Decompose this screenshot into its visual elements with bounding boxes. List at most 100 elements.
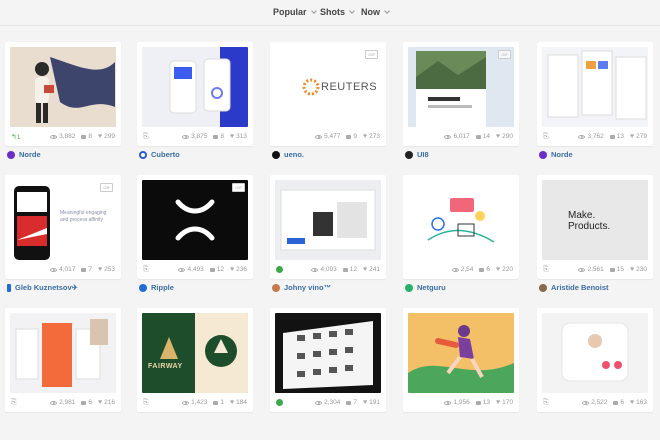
shot-thumbnail[interactable]: [275, 313, 381, 393]
shot-card-7[interactable]: GIF ⎘ 4,493 12 ♥ 236: [137, 175, 253, 279]
comments-stat: 7: [346, 399, 357, 406]
shot-card-5[interactable]: ⎘ 3,762 13 ♥ 279: [537, 42, 653, 146]
shot-thumbnail[interactable]: [10, 313, 116, 393]
attachment-icon: ⎘: [543, 399, 549, 406]
shot-card-2[interactable]: ⎘ 3,875 8 ♥ 313: [137, 42, 253, 146]
likes-stat[interactable]: ♥ 191: [363, 399, 380, 406]
comment-icon: [342, 267, 348, 272]
shot-thumbnail[interactable]: [10, 47, 116, 127]
comments-stat: 8: [81, 133, 92, 140]
shot-thumbnail[interactable]: GIF: [408, 47, 514, 127]
shot-card-15[interactable]: ⎘ 2,522 6 ♥ 163: [537, 308, 653, 412]
author-name: Norde: [551, 150, 573, 159]
views-stat: 4,017: [50, 266, 75, 273]
likes-stat[interactable]: ♥ 313: [230, 133, 247, 140]
likes-stat[interactable]: ♥ 290: [496, 133, 513, 140]
author-link[interactable]: Aristide Benoist: [539, 283, 609, 292]
likes-stat[interactable]: ♥ 170: [496, 399, 513, 406]
shot-card-3[interactable]: GIF REUTERS 5,477 9 ♥ 273: [270, 42, 386, 146]
shot-card-12[interactable]: FAIRWAY ⎘ 1,423 1 ♥ 184: [137, 308, 253, 412]
filter-popular[interactable]: Popular: [273, 7, 317, 17]
shot-thumbnail[interactable]: [542, 313, 648, 393]
filter-shots-label: Shots: [320, 7, 346, 17]
heart-icon: ♥: [495, 133, 501, 140]
likes-stat[interactable]: ♥ 216: [98, 399, 115, 406]
shot-thumbnail[interactable]: [408, 313, 514, 393]
likes-stat[interactable]: ♥ 220: [496, 266, 513, 273]
likes-stat[interactable]: ♥ 279: [630, 133, 647, 140]
likes-stat[interactable]: ♥ 253: [98, 266, 115, 273]
author-link[interactable]: UI8: [405, 150, 429, 159]
comment-icon: [81, 134, 87, 139]
author-link[interactable]: ueno.: [272, 150, 304, 159]
comments-stat: 7: [81, 266, 92, 273]
comment-icon: [213, 400, 219, 405]
likes-stat[interactable]: ♥ 230: [630, 266, 647, 273]
attachment-icon: ⎘: [143, 133, 149, 140]
author-link[interactable]: Gleb Kuznetsov✈: [7, 283, 78, 292]
shot-thumbnail[interactable]: [275, 180, 381, 260]
views-stat: 2,561: [578, 266, 604, 273]
eye-icon: [50, 267, 58, 272]
shot-card-13[interactable]: 2,304 7 ♥ 191: [270, 308, 386, 412]
illustration-image: [35, 57, 115, 123]
author-link[interactable]: Netguru: [405, 283, 446, 292]
rebound-count: ↰1: [11, 134, 21, 141]
author-name: Ripple: [151, 283, 174, 292]
shot-card-1[interactable]: ↰1 3,882 8 ♥ 299: [5, 42, 121, 146]
chevron-down-icon: [310, 8, 317, 14]
author-link[interactable]: Cuberto: [139, 150, 180, 159]
shot-thumbnail[interactable]: [408, 180, 514, 260]
comment-icon: [213, 134, 219, 139]
shot-card-4[interactable]: GIF 6,017 14 ♥ 290: [403, 42, 519, 146]
shot-card-11[interactable]: ⎘ 2,981 6 ♥ 216: [5, 308, 121, 412]
author-name: Netguru: [417, 283, 446, 292]
views-stat: 1,423: [182, 399, 207, 406]
author-name: UI8: [417, 150, 429, 159]
author-link[interactable]: Norde: [7, 150, 41, 159]
shot-card-10[interactable]: Make. Products. ⎘ 2,561 15 ♥ 230: [537, 175, 653, 279]
avatar: [405, 150, 413, 159]
fairway-logo-image: [160, 313, 248, 393]
shot-stats: 1,956 13 ♥ 170: [403, 397, 519, 409]
likes-stat[interactable]: ♥ 273: [363, 133, 380, 140]
likes-stat[interactable]: ♥ 299: [98, 133, 115, 140]
shot-card-9[interactable]: 2,54 6 ♥ 220: [403, 175, 519, 279]
likes-stat[interactable]: ♥ 163: [630, 399, 647, 406]
icon-set-image: [283, 321, 373, 389]
avatar: [139, 150, 147, 159]
comment-icon: [81, 400, 87, 405]
shot-thumbnail[interactable]: FAIRWAY: [142, 313, 248, 393]
shot-thumbnail[interactable]: [542, 47, 648, 127]
author-link[interactable]: Johny vino™: [272, 283, 331, 292]
author-link[interactable]: Norde: [539, 150, 573, 159]
likes-stat[interactable]: ♥ 184: [230, 399, 247, 406]
shot-thumbnail[interactable]: [142, 47, 248, 127]
author-link[interactable]: Ripple: [139, 283, 174, 292]
shot-stats: ⎘ 3,762 13 ♥ 279: [537, 131, 653, 143]
shot-card-6[interactable]: GIF Meaningful engaging and process affi…: [5, 175, 121, 279]
author-name: Cuberto: [151, 150, 180, 159]
mobile-screens-image: [15, 319, 108, 387]
eye-icon: [315, 400, 323, 405]
likes-stat[interactable]: ♥ 241: [363, 266, 380, 273]
shot-stats: 4,093 12 ♥ 241: [270, 264, 386, 276]
views-stat: 4,093: [311, 266, 337, 273]
shot-thumbnail[interactable]: Make. Products.: [542, 180, 648, 260]
avatar: [7, 283, 11, 292]
filter-shots[interactable]: Shots: [320, 7, 355, 17]
comments-stat: 14: [475, 133, 490, 140]
comments-stat: 9: [346, 133, 357, 140]
shot-thumbnail[interactable]: GIF REUTERS: [275, 47, 381, 127]
shot-thumbnail[interactable]: GIF Meaningful engaging and process affi…: [10, 180, 116, 260]
chevron-down-icon: [384, 8, 390, 14]
shot-card-8[interactable]: 4,093 12 ♥ 241: [270, 175, 386, 279]
shot-thumbnail[interactable]: GIF: [142, 180, 248, 260]
shot-card-14[interactable]: 1,956 13 ♥ 170: [403, 308, 519, 412]
eye-icon: [444, 134, 452, 139]
comments-stat: 12: [209, 266, 224, 273]
heart-icon: ♥: [495, 399, 501, 406]
shot-stats: ⎘ 2,981 6 ♥ 216: [5, 397, 121, 409]
filter-now[interactable]: Now: [361, 7, 390, 17]
likes-stat[interactable]: ♥ 236: [230, 266, 247, 273]
